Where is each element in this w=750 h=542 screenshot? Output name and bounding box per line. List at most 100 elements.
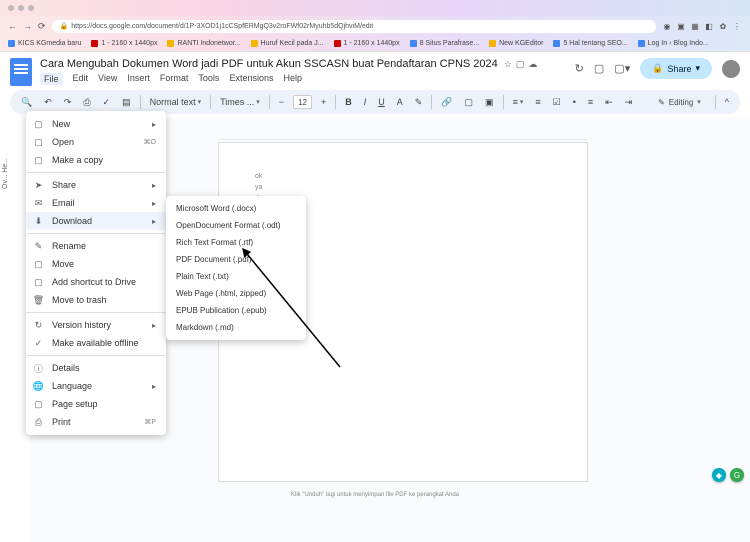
file-menu-new[interactable]: ▢New▸ [26, 115, 166, 133]
menu-format[interactable]: Format [160, 73, 189, 85]
download-option[interactable]: PDF Document (.pdf) [166, 251, 306, 268]
document-title[interactable]: Cara Mengubah Dokumen Word jadi PDF untu… [40, 58, 498, 70]
file-menu-add-shortcut-to-drive[interactable]: ▢Add shortcut to Drive [26, 273, 166, 291]
link-icon[interactable]: 🔗 [438, 95, 455, 110]
help-badge[interactable]: G [730, 468, 744, 482]
ext-icon[interactable]: ⋮ [732, 21, 742, 31]
comment-icon[interactable]: ▢ [462, 95, 477, 110]
collapse-icon[interactable]: ^ [722, 95, 732, 109]
text-color-icon[interactable]: A [394, 95, 406, 109]
menu-separator [26, 233, 166, 234]
line-spacing-icon[interactable]: ≡ [532, 95, 543, 109]
menu-separator [26, 172, 166, 173]
search-icon[interactable]: 🔍 [18, 95, 35, 110]
editing-mode-button[interactable]: ✎ Editing ▾ [650, 96, 709, 109]
download-option[interactable]: OpenDocument Format (.odt) [166, 217, 306, 234]
indent-less-icon[interactable]: ⇤ [602, 95, 616, 110]
spellcheck-icon[interactable]: ✓ [100, 95, 114, 110]
font-size-plus[interactable]: + [318, 95, 329, 109]
cloud-icon[interactable]: ☁ [528, 59, 537, 70]
bookmark-item[interactable]: 8 Situs Parafrase... [410, 40, 480, 47]
bookmark-item[interactable]: 1 - 2160 x 1440px [91, 40, 157, 47]
menu-help[interactable]: Help [283, 73, 302, 85]
url-input[interactable]: 🔒 https://docs.google.com/document/d/1P-… [52, 20, 656, 33]
move-icon[interactable]: ▢ [516, 59, 525, 70]
checklist-icon[interactable]: ☑ [550, 95, 564, 110]
file-menu-details[interactable]: ⓘDetails [26, 359, 166, 377]
bookmark-item[interactable]: RANTI Indonetwor... [167, 40, 240, 47]
bookmark-item[interactable]: New KGEditor [489, 40, 543, 47]
file-menu-make-a-copy[interactable]: ▢Make a copy [26, 151, 166, 169]
ext-icon[interactable]: ▣ [676, 21, 686, 31]
file-menu-version-history[interactable]: ↻Version history▸ [26, 316, 166, 334]
menu-insert[interactable]: Insert [127, 73, 150, 85]
star-icon[interactable]: ☆ [504, 59, 512, 70]
numbered-icon[interactable]: ≡ [585, 95, 596, 109]
back-icon[interactable]: ← [8, 21, 17, 32]
highlight-icon[interactable]: ✎ [412, 95, 426, 110]
download-option[interactable]: Markdown (.md) [166, 319, 306, 336]
window-controls[interactable] [8, 5, 34, 11]
avatar[interactable] [722, 60, 740, 78]
download-option[interactable]: Rich Text Format (.rtf) [166, 234, 306, 251]
docs-logo-icon[interactable] [10, 58, 32, 86]
underline-icon[interactable]: U [375, 95, 388, 109]
print-icon[interactable]: ⎙ [80, 95, 93, 110]
history-icon[interactable]: ↻ [575, 62, 584, 75]
file-menu-email[interactable]: ✉Email▸ [26, 194, 166, 212]
meet-icon[interactable]: ▢▾ [614, 62, 630, 75]
bookmark-item[interactable]: Huruf Kecil pada J... [251, 40, 324, 47]
comments-icon[interactable]: ▢ [594, 62, 604, 75]
download-option[interactable]: Plain Text (.txt) [166, 268, 306, 285]
menu-separator [26, 355, 166, 356]
menu-edit[interactable]: Edit [73, 73, 89, 85]
file-menu-move[interactable]: ▢Move [26, 255, 166, 273]
reload-icon[interactable]: ⟳ [38, 21, 46, 32]
file-menu-page-setup[interactable]: ▢Page setup [26, 395, 166, 413]
file-menu-share[interactable]: ➤Share▸ [26, 176, 166, 194]
menu-tools[interactable]: Tools [198, 73, 219, 85]
bookmark-item[interactable]: 1 - 2160 x 1440px [334, 40, 400, 47]
file-menu-language[interactable]: 🌐Language▸ [26, 377, 166, 395]
align-icon[interactable]: ≡▾ [510, 95, 527, 109]
forward-icon[interactable]: → [23, 21, 32, 32]
file-menu-make-available-offline[interactable]: ✓Make available offline [26, 334, 166, 352]
file-menu-download[interactable]: ⬇Download▸ [26, 212, 166, 230]
redo-icon[interactable]: ↷ [61, 95, 75, 110]
image-icon[interactable]: ▣ [482, 95, 497, 110]
bullets-icon[interactable]: • [570, 95, 579, 109]
ruler[interactable] [218, 130, 588, 140]
font-dropdown[interactable]: Times ... ▾ [217, 95, 263, 109]
style-dropdown[interactable]: Normal text ▾ [147, 95, 205, 109]
page-bottom-caption: Klik "Unduh" lagi untuk menyimpan file P… [291, 492, 459, 498]
download-option[interactable]: Microsoft Word (.docx) [166, 200, 306, 217]
download-option[interactable]: Web Page (.html, zipped) [166, 285, 306, 302]
bookmark-item[interactable]: 5 Hal tentang SEO... [553, 40, 627, 47]
menu-view[interactable]: View [98, 73, 117, 85]
lock-icon: 🔒 [60, 22, 69, 30]
download-option[interactable]: EPUB Publication (.epub) [166, 302, 306, 319]
bookmark-item[interactable]: KICS KGmedia baru [8, 40, 81, 47]
file-menu-move-to-trash[interactable]: 🗑Move to trash [26, 291, 166, 309]
italic-icon[interactable]: I [361, 95, 370, 109]
bold-icon[interactable]: B [342, 95, 355, 109]
file-menu-open[interactable]: ▢Open⌘O [26, 133, 166, 151]
file-menu-dropdown: ▢New▸▢Open⌘O▢Make a copy ➤Share▸✉Email▸⬇D… [26, 111, 166, 435]
menu-file[interactable]: File [40, 73, 63, 85]
explore-badge[interactable]: ◆ [712, 468, 726, 482]
menu-extensions[interactable]: Extensions [229, 73, 273, 85]
indent-more-icon[interactable]: ⇥ [622, 95, 636, 110]
file-menu-rename[interactable]: ✎Rename [26, 237, 166, 255]
bookmark-item[interactable]: Log In ‹ Blog Indo... [638, 40, 709, 47]
font-size-minus[interactable]: − [276, 95, 287, 109]
font-size-input[interactable]: 12 [293, 95, 312, 109]
paint-icon[interactable]: ▤ [119, 95, 134, 110]
ext-icon[interactable]: ▦ [690, 21, 700, 31]
ext-icon[interactable]: ◧ [704, 21, 714, 31]
file-menu-print[interactable]: ⎙Print⌘P [26, 413, 166, 431]
ext-icon[interactable]: ✿ [718, 21, 728, 31]
undo-icon[interactable]: ↶ [41, 95, 55, 110]
share-button[interactable]: 🔒 Share ▾ [640, 58, 712, 79]
ext-icon[interactable]: ◉ [662, 21, 672, 31]
menu-separator [26, 312, 166, 313]
